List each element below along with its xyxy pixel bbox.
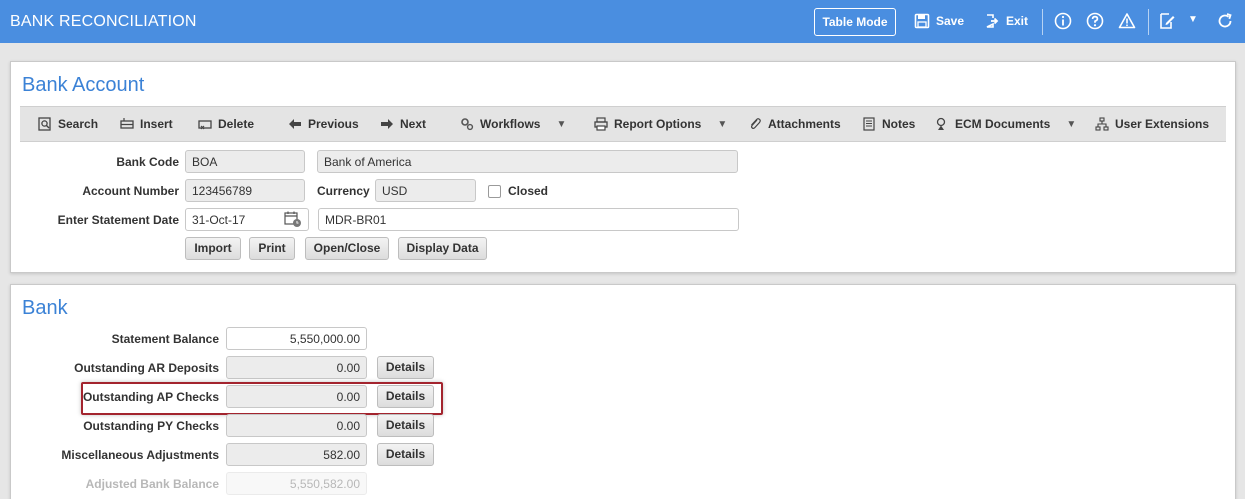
toolbar-separator [1148, 9, 1149, 35]
workflows-menu[interactable]: Workflows ▼ [460, 117, 566, 131]
chevron-down-icon: ▼ [717, 118, 728, 130]
printer-icon [594, 117, 608, 131]
bank-account-panel: Bank Account Search Insert Delete Previo… [10, 61, 1236, 273]
currency-field: USD [375, 179, 476, 202]
adjusted-balance-field: 5,550,582.00 [226, 472, 367, 495]
hierarchy-icon [1095, 117, 1109, 131]
statement-date-label: Enter Statement Date [57, 213, 179, 227]
notes-label: Notes [882, 117, 916, 131]
ar-deposits-label: Outstanding AR Deposits [74, 361, 219, 375]
bank-title: Bank [22, 297, 68, 319]
title-bar: BANK RECONCILIATION Table Mode Save Exit [0, 0, 1245, 43]
insert-button[interactable]: Insert [120, 117, 173, 131]
help-icon[interactable] [1086, 12, 1104, 30]
record-toolbar: Search Insert Delete Previous Next Workf… [20, 106, 1226, 142]
edit-document-icon[interactable] [1158, 12, 1176, 30]
calendar-icon[interactable] [284, 210, 302, 228]
info-icon[interactable] [1054, 12, 1072, 30]
insert-icon [120, 118, 134, 129]
warning-icon[interactable] [1118, 12, 1136, 30]
currency-label: Currency [317, 184, 370, 198]
display-data-button[interactable]: Display Data [398, 237, 487, 260]
ar-deposits-details-button[interactable]: Details [377, 356, 434, 379]
notes-button[interactable]: Notes [862, 117, 915, 131]
arrow-right-icon [381, 119, 393, 129]
bank-panel: Bank Statement Balance 5,550,000.00 Outs… [10, 284, 1236, 499]
gears-icon [461, 118, 474, 131]
bank-code-label: Bank Code [116, 155, 179, 169]
account-number-field: 123456789 [185, 179, 305, 202]
statement-balance-field[interactable]: 5,550,000.00 [226, 327, 367, 350]
bank-code-field[interactable]: BOA [185, 150, 305, 173]
user-extensions-button[interactable]: User Extensions [1095, 117, 1209, 131]
workflows-label: Workflows [480, 117, 541, 131]
save-label: Save [936, 14, 965, 28]
ecm-documents-icon [936, 117, 946, 130]
import-button[interactable]: Import [185, 237, 241, 260]
table-mode-button[interactable]: Table Mode [814, 8, 896, 36]
report-options-label: Report Options [614, 117, 702, 131]
attachments-button[interactable]: Attachments [748, 117, 841, 131]
ap-checks-details-button[interactable]: Details [377, 385, 434, 408]
paperclip-icon [750, 118, 761, 130]
arrow-left-icon [289, 119, 301, 129]
bank-name-field: Bank of America [317, 150, 738, 173]
delete-label: Delete [218, 117, 255, 131]
report-options-menu[interactable]: Report Options ▼ [594, 117, 727, 131]
user-extensions-label: User Extensions [1115, 117, 1210, 131]
ar-deposits-field: 0.00 [226, 356, 367, 379]
delete-button[interactable]: Delete [198, 117, 254, 131]
previous-label: Previous [308, 117, 359, 131]
print-button[interactable]: Print [249, 237, 295, 260]
toolbar-separator [1042, 9, 1043, 35]
next-label: Next [400, 117, 427, 131]
misc-adjustments-details-button[interactable]: Details [377, 443, 434, 466]
insert-label: Insert [140, 117, 173, 131]
py-checks-label: Outstanding PY Checks [83, 419, 219, 433]
search-icon [38, 117, 51, 131]
bank-account-title: Bank Account [22, 74, 145, 96]
notes-icon [863, 117, 875, 131]
attachments-label: Attachments [768, 117, 841, 131]
save-icon [914, 13, 930, 29]
exit-icon [986, 14, 999, 28]
delete-icon [198, 120, 212, 130]
account-number-label: Account Number [82, 184, 179, 198]
chevron-down-icon[interactable]: ▼ [1188, 14, 1198, 25]
statement-balance-label: Statement Balance [111, 332, 219, 346]
previous-button[interactable]: Previous [288, 117, 359, 131]
adjusted-balance-label: Adjusted Bank Balance [85, 477, 219, 491]
save-button[interactable]: Save [914, 13, 964, 29]
chevron-down-icon: ▼ [556, 118, 567, 130]
py-checks-field: 0.00 [226, 414, 367, 437]
chevron-down-icon: ▼ [1066, 118, 1077, 130]
statement-date-value: 31-Oct-17 [192, 213, 246, 227]
statement-reference-field[interactable]: MDR-BR01 [318, 208, 739, 231]
search-label: Search [58, 117, 99, 131]
refresh-icon[interactable] [1216, 12, 1234, 30]
ecm-documents-menu[interactable]: ECM Documents ▼ [935, 117, 1076, 131]
misc-adjustments-label: Miscellaneous Adjustments [61, 448, 219, 462]
ap-checks-field: 0.00 [226, 385, 367, 408]
ap-checks-label: Outstanding AP Checks [82, 390, 219, 404]
app-title: BANK RECONCILIATION [10, 13, 197, 30]
misc-adjustments-field: 582.00 [226, 443, 367, 466]
open-close-button[interactable]: Open/Close [305, 237, 389, 260]
closed-label: Closed [508, 184, 549, 198]
exit-button[interactable]: Exit [984, 13, 1028, 29]
py-checks-details-button[interactable]: Details [377, 414, 434, 437]
ecm-documents-label: ECM Documents [955, 117, 1051, 131]
exit-label: Exit [1006, 14, 1029, 28]
search-button[interactable]: Search [38, 117, 98, 131]
next-button[interactable]: Next [380, 117, 426, 131]
closed-checkbox[interactable] [488, 185, 501, 198]
